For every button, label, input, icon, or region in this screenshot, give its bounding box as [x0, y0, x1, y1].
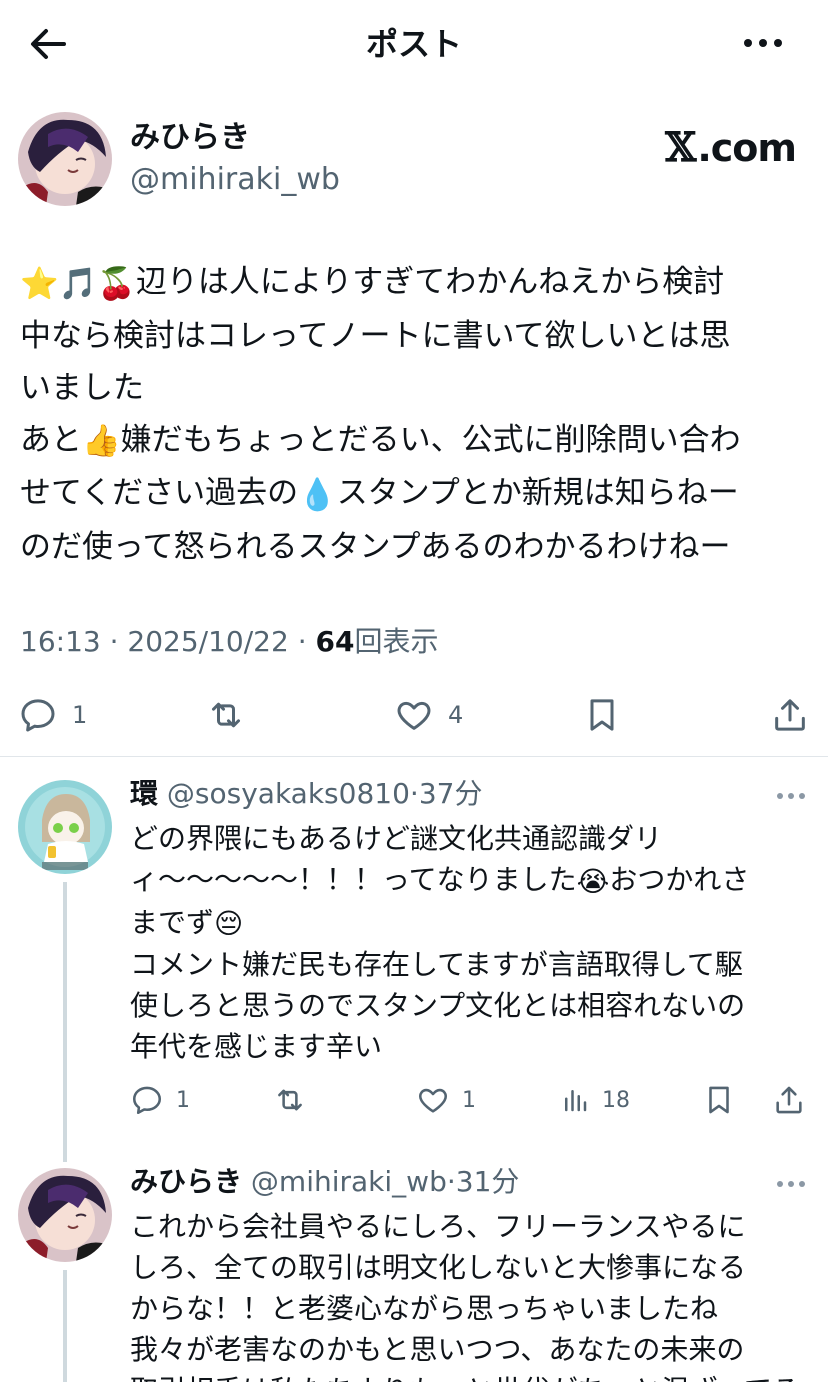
reply-button[interactable]: 1	[130, 1080, 190, 1120]
like-count: 4	[448, 701, 464, 729]
post-meta: 16:13 · 2025/10/22 · 64回表示	[20, 622, 439, 662]
meta-separator: ·	[446, 1165, 456, 1198]
reply-author-handle[interactable]: @sosyakaks0810	[167, 777, 410, 810]
reply-count: 1	[72, 701, 88, 729]
reply-more-button[interactable]	[776, 786, 806, 806]
reply-line: 使しろと思うのでスタンプ文化とは相容れないの	[130, 989, 746, 1022]
views-count: 18	[602, 1087, 630, 1113]
bar-chart-icon	[565, 1090, 587, 1112]
like-button[interactable]: 4	[394, 690, 463, 740]
post-line: スタンプとか新規は知らねー	[336, 475, 739, 511]
page-title: ポスト	[365, 25, 462, 63]
share-button[interactable]	[770, 690, 810, 740]
reply-icon	[21, 699, 55, 732]
reply-line: コメント嫌だ民も存在してますが言語取得して駆	[130, 948, 743, 981]
bookmark-button[interactable]	[582, 690, 622, 740]
reply-item[interactable]: 環 @sosyakaks0810·37分 どの界隈にもあるけど謎文化共通認識ダリ…	[0, 776, 828, 1166]
star-emoji: ⭐	[20, 265, 59, 302]
divider	[0, 756, 828, 757]
post-date[interactable]: 2025/10/22	[127, 625, 288, 658]
avatar[interactable]	[18, 1168, 112, 1262]
thumbs-up-emoji: 👍	[82, 423, 121, 459]
reply-icon	[132, 1086, 162, 1115]
thread-line	[63, 882, 67, 1162]
music-note-emoji: 🎵	[58, 265, 98, 302]
reply-line: これから会社員やるにしろ、フリーランスやるに	[130, 1210, 746, 1243]
post-line: 辺りは人によりすぎてわかんねえから検討	[135, 264, 725, 300]
reply-item[interactable]: みひらき @mihiraki_wb·31分 これから会社員やるにしろ、フリーラン…	[0, 1164, 828, 1382]
author-name[interactable]: みひらき	[130, 118, 250, 158]
post-text: ⭐🎵🍒辺りは人によりすぎてわかんねえから検討 中なら検討はコレってノートに書いて…	[20, 256, 816, 573]
reply-header: 環 @sosyakaks0810·37分	[130, 776, 482, 812]
more-horizontal-icon	[777, 793, 805, 799]
reply-author-name[interactable]: 環	[130, 777, 158, 810]
meta-separator: ·	[409, 777, 419, 810]
reply-text: どの界隈にもあるけど謎文化共通認識ダリ ィ〜〜〜〜〜！！！ってなりました😭おつか…	[130, 818, 810, 1067]
views-count: 64	[315, 625, 355, 658]
bookmark-icon	[709, 1086, 729, 1114]
brand-domain: .com	[697, 125, 797, 170]
x-logo-icon: 𝕏	[665, 124, 696, 171]
more-options-button[interactable]	[738, 28, 788, 58]
x-com-logo: 𝕏 .com	[665, 124, 797, 171]
post-author: みひらき @mihiraki_wb 𝕏 .com	[18, 112, 810, 212]
avatar[interactable]	[18, 112, 112, 206]
droplet-emoji: 💧	[298, 476, 337, 513]
cherry-emoji: 🍒	[97, 265, 136, 302]
reply-header: みひらき @mihiraki_wb·31分	[130, 1164, 519, 1200]
views-button[interactable]: 18	[560, 1080, 630, 1120]
share-button[interactable]	[772, 1080, 806, 1120]
author-handle[interactable]: @mihiraki_wb	[130, 160, 340, 200]
heart-icon	[419, 1088, 447, 1113]
reply-line: までず	[130, 905, 215, 939]
post-actions: 1 4	[0, 690, 828, 740]
more-horizontal-icon	[777, 1181, 805, 1187]
post-line: せてください過去の	[20, 475, 299, 511]
reply-line: ィ〜〜〜〜〜！！！ってなりました	[130, 863, 577, 896]
reply-line: 年代を感じます辛い	[130, 1030, 383, 1063]
post-line: いました	[20, 369, 144, 406]
crying-face-emoji: 😭	[576, 864, 610, 898]
post-time[interactable]: 16:13	[20, 625, 101, 658]
reply-button[interactable]: 1	[18, 690, 87, 740]
avatar[interactable]	[18, 780, 112, 874]
reply-line: おつかれさ	[609, 863, 750, 896]
reply-line: 取引相手は私たちよりもっと世代がちょと混ざってる	[130, 1374, 800, 1382]
reply-line: どの界隈にもあるけど謎文化共通認識ダリ	[130, 822, 663, 855]
post-line: 中なら検討はコレってノートに書いて欲しいとは思	[20, 317, 731, 354]
views-label: 回表示	[354, 625, 439, 658]
post-line: あと	[20, 421, 82, 458]
share-icon	[776, 1086, 802, 1114]
top-bar: ポスト	[0, 0, 828, 90]
meta-separator: ·	[109, 625, 119, 658]
reply-text: これから会社員やるにしろ、フリーランスやるに しろ、全ての取引は明文化しないと大…	[130, 1206, 810, 1382]
reply-time[interactable]: 31分	[456, 1165, 520, 1198]
repost-icon	[278, 1089, 302, 1111]
heart-icon	[397, 701, 431, 730]
bookmark-button[interactable]	[702, 1080, 736, 1120]
thread-line	[63, 1270, 67, 1382]
reply-line: 我々が老害なのかもと思いつつ、あなたの未来の	[130, 1333, 745, 1366]
bookmark-icon	[590, 699, 614, 731]
share-icon	[775, 699, 805, 731]
post-line: のだ使って怒られるスタンプあるのわかるわけねー	[20, 528, 731, 565]
reply-more-button[interactable]	[776, 1174, 806, 1194]
like-count: 1	[462, 1087, 476, 1113]
more-horizontal-icon	[744, 39, 782, 47]
like-button[interactable]: 1	[416, 1080, 476, 1120]
pensive-face-emoji: 😔	[214, 907, 244, 940]
repost-button[interactable]	[272, 1080, 308, 1120]
post-line: 嫌だもちょっとだるい、公式に削除問い合わ	[120, 421, 741, 458]
reply-line: からな！！と老婆心ながら思っちゃいましたね	[130, 1292, 719, 1325]
repost-icon	[212, 702, 240, 728]
reply-author-handle[interactable]: @mihiraki_wb	[251, 1165, 447, 1198]
reply-time[interactable]: 37分	[419, 777, 483, 810]
reply-count: 1	[176, 1087, 190, 1113]
reply-line: しろ、全ての取引は明文化しないと大惨事になる	[130, 1251, 747, 1284]
repost-button[interactable]	[204, 690, 248, 740]
meta-separator: ·	[297, 625, 307, 658]
reply-author-name[interactable]: みひらき	[130, 1165, 242, 1198]
